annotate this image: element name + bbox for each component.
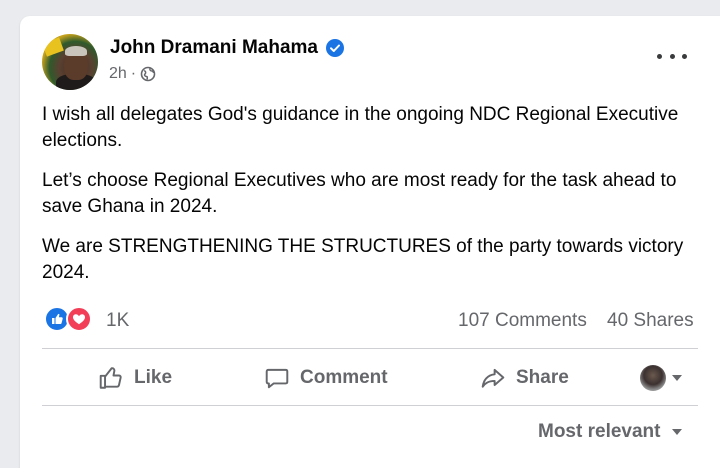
comment-button[interactable]: Comment <box>264 354 388 402</box>
chevron-down-icon <box>672 375 682 381</box>
comment-sort-label: Most relevant <box>538 421 661 442</box>
like-label: Like <box>134 367 173 388</box>
current-user-avatar <box>640 365 666 391</box>
shares-count[interactable]: 40 Shares <box>607 310 694 332</box>
chevron-down-icon <box>672 429 683 435</box>
post-stats: 1K 107 Comments 40 Shares <box>20 304 720 336</box>
comments-count[interactable]: 107 Comments <box>458 310 587 332</box>
thumbs-up-icon <box>99 367 122 389</box>
post-header: John Dramani Mahama 2h · <box>20 16 720 96</box>
comment-bubble-icon <box>265 368 289 389</box>
reaction-profile-selector[interactable] <box>640 354 682 402</box>
action-bar: Like Comment Share <box>20 354 720 402</box>
comment-label: Comment <box>300 367 388 388</box>
share-arrow-icon <box>481 368 505 388</box>
author-name[interactable]: John Dramani Mahama <box>110 37 318 59</box>
post-paragraph-2: Let’s choose Regional Executives who are… <box>42 170 677 217</box>
divider <box>42 348 698 349</box>
post-card: John Dramani Mahama 2h · I wish all dele… <box>20 16 720 468</box>
verified-badge-icon <box>326 39 344 57</box>
post-body: I wish all delegates God's guidance in t… <box>42 102 692 300</box>
reactions-count[interactable]: 1K <box>106 310 129 332</box>
reactions-summary[interactable] <box>44 305 98 333</box>
meta-separator: · <box>130 65 137 82</box>
post-paragraph-3: We are STRENGTHENING THE STRUCTURES of t… <box>42 236 684 283</box>
like-button[interactable]: Like <box>98 354 172 402</box>
post-paragraph-1: I wish all delegates God's guidance in t… <box>42 104 679 151</box>
comment-sort-dropdown[interactable]: Most relevant <box>538 421 683 443</box>
more-options-icon[interactable] <box>657 46 687 66</box>
post-time[interactable]: 2h <box>109 65 127 83</box>
divider <box>42 405 698 406</box>
love-reaction-icon <box>66 306 92 332</box>
share-label: Share <box>516 367 569 388</box>
author-avatar[interactable] <box>42 34 98 90</box>
share-button[interactable]: Share <box>480 354 569 402</box>
globe-icon[interactable] <box>140 66 156 82</box>
